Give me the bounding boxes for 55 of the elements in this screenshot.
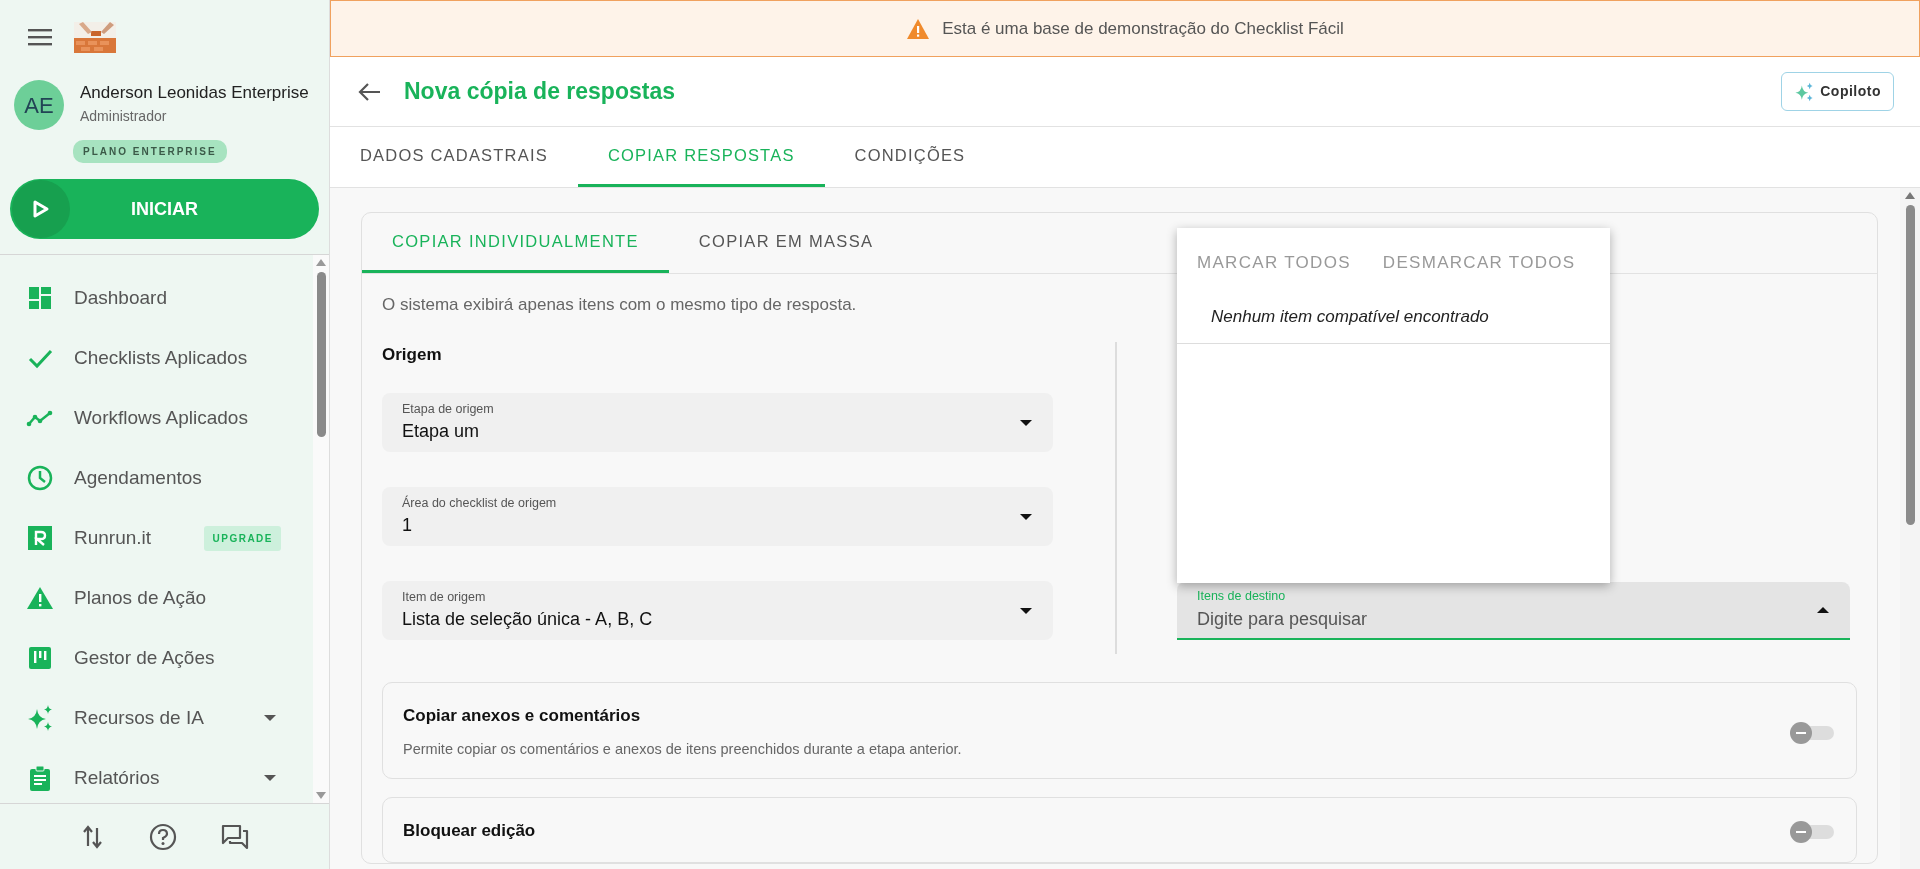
scrollbar-thumb[interactable]: [1905, 205, 1915, 525]
option-description: Permite copiar os comentários e anexos de itens preenchidos durante a etapa anterior.: [403, 739, 962, 759]
warning-icon: [906, 17, 931, 40]
select-field[interactable]: Item de origem Lista de seleção única - A, B, C: [382, 581, 1053, 640]
scroll-up-icon[interactable]: [1905, 192, 1915, 199]
caret-down-icon: [263, 714, 277, 722]
section-heading: Origem: [382, 343, 443, 366]
menu-item[interactable]: Runrun.it UPGRADE: [0, 508, 313, 568]
menu-item[interactable]: Relatórios: [0, 748, 313, 803]
caret-down-icon: [1019, 606, 1033, 615]
option-title: Bloquear edição: [403, 820, 536, 843]
menu-item[interactable]: Recursos de IA: [0, 688, 313, 748]
tab[interactable]: COPIAR EM MASSA: [668, 213, 904, 273]
toggle-switch[interactable]: [1790, 721, 1836, 742]
banner-text: Esta é uma base de demonstração do Checklist Fácil: [942, 17, 1344, 40]
info-text: O sistema exibirá apenas itens com o mesmo tipo de resposta.: [382, 294, 857, 316]
scroll-down-icon[interactable]: [316, 792, 326, 799]
toggle-switch[interactable]: [1790, 821, 1836, 841]
play-icon: [32, 199, 50, 219]
tab[interactable]: CONDIÇÕES: [824, 127, 996, 187]
select-field[interactable]: Área do checklist de origem 1: [382, 487, 1053, 546]
caret-down-icon: [263, 774, 277, 782]
help-icon[interactable]: [148, 822, 177, 851]
empty-message: Nenhum item compatível encontrado: [1177, 275, 1610, 344]
select-field[interactable]: Etapa de origem Etapa um: [382, 393, 1053, 452]
scrollbar-thumb[interactable]: [316, 272, 326, 437]
caret-up-icon: [1816, 606, 1830, 614]
sparkles-icon: [1794, 81, 1815, 102]
page-title: Nova cópia de respostas: [404, 77, 675, 107]
menu-icon[interactable]: [28, 27, 54, 47]
r-logo-icon: [26, 524, 54, 552]
option-title: Copiar anexos e comentários: [403, 705, 642, 727]
copilot-button[interactable]: Copiloto: [1781, 72, 1894, 111]
tab[interactable]: DADOS CADASTRAIS: [330, 127, 578, 187]
user-role: Administrador: [80, 106, 168, 126]
upgrade-badge: UPGRADE: [204, 525, 281, 551]
menu-item[interactable]: Gestor de Ações: [0, 628, 313, 688]
search-field[interactable]: Digite para pesquisar: [1197, 605, 1816, 633]
user-name: Anderson Leonidas Enterprise: [80, 82, 309, 104]
caret-down-icon: [1019, 512, 1033, 521]
menu-item[interactable]: Planos de Ação: [0, 568, 313, 628]
scroll-up-icon[interactable]: [316, 259, 326, 266]
menu-item[interactable]: Dashboard: [0, 268, 313, 328]
menu-item[interactable]: Workflows Aplicados: [0, 388, 313, 448]
board-icon: [26, 644, 54, 672]
dashboard-icon: [26, 284, 54, 312]
menu-item[interactable]: Agendamentos: [0, 448, 313, 508]
avatar: AE: [14, 80, 64, 130]
clock-icon: [26, 464, 54, 492]
menu-item[interactable]: Checklists Aplicados: [0, 328, 313, 388]
chat-icon[interactable]: [220, 822, 249, 851]
back-arrow-icon[interactable]: [358, 81, 382, 102]
caret-down-icon: [1019, 418, 1033, 427]
swap-icon[interactable]: [80, 823, 105, 850]
plan-badge: PLANO ENTERPRISE: [73, 140, 227, 163]
